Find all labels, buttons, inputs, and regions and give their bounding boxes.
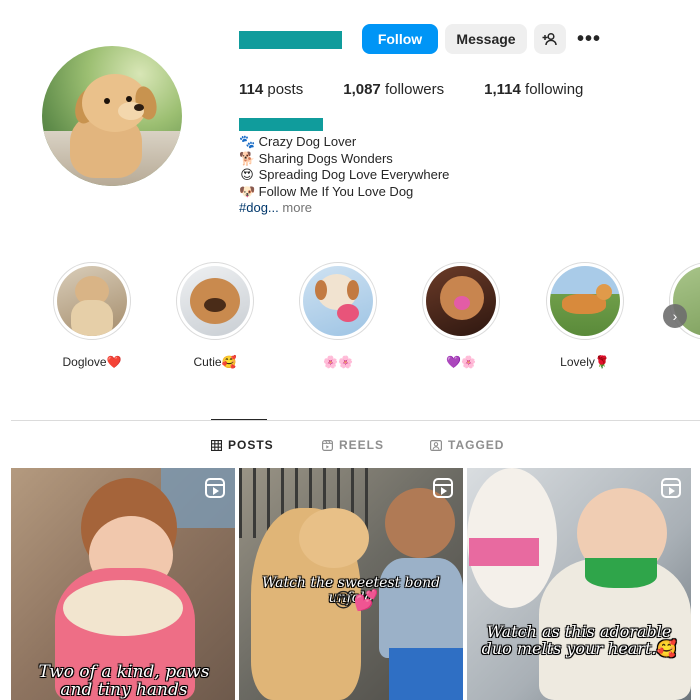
highlight-cover-image (426, 266, 496, 336)
tab-tagged[interactable]: TAGGED (430, 438, 504, 452)
highlight-cover-image (180, 266, 250, 336)
message-button[interactable]: Message (445, 24, 527, 54)
bio-line-text: Spreading Dog Love Everywhere (258, 167, 450, 182)
highlight-label: ( (658, 355, 700, 369)
bio-line: 🐕 Sharing Dogs Wonders (239, 151, 449, 168)
highlight-item[interactable]: Cutie🥰 (165, 262, 265, 369)
followers-stat[interactable]: 1,087 followers (343, 81, 444, 98)
post-image-detail (389, 648, 463, 700)
highlight-ring (669, 262, 700, 340)
profile-stats: 114 posts 1,087 followers 1,114 followin… (239, 81, 623, 98)
highlight-ring (546, 262, 624, 340)
reel-icon (205, 478, 225, 498)
more-options-icon[interactable]: ••• (572, 27, 606, 51)
tab-posts[interactable]: POSTS (211, 438, 274, 452)
highlight-ring (299, 262, 377, 340)
highlight-cover-image (550, 266, 620, 336)
tab-reels[interactable]: REELS (322, 438, 384, 452)
highlight-label: Doglove❤️ (62, 355, 122, 369)
tab-label: REELS (339, 438, 385, 452)
puppy-nose (134, 104, 144, 111)
post-image-detail (585, 558, 657, 588)
puppy-eye (126, 96, 132, 102)
active-tab-indicator (211, 419, 267, 420)
username-redacted (239, 31, 342, 49)
posts-stat: 114 posts (239, 81, 303, 98)
post-tile[interactable]: Two of a kind, paws and tiny hands (11, 468, 235, 700)
highlight-ring (53, 262, 131, 340)
person-plus-icon (542, 32, 557, 46)
chevron-right-icon[interactable]: › (663, 304, 687, 328)
highlight-item[interactable]: Doglove❤️ (42, 262, 142, 369)
puppy-eye (104, 98, 110, 104)
profile-bio: 🐾 Crazy Dog Lover 🐕 Sharing Dogs Wonders… (239, 134, 449, 217)
reels-icon (322, 439, 333, 451)
follow-button[interactable]: Follow (362, 24, 438, 54)
post-image-detail (63, 580, 183, 636)
highlight-label: 💜🌸 (446, 355, 476, 369)
highlight-label: Lovely🌹 (560, 355, 610, 369)
highlight-item[interactable]: Lovely🌹 (535, 262, 635, 369)
following-count: 1,114 (484, 81, 521, 98)
post-image-detail (299, 508, 369, 568)
highlight-cover-image (303, 266, 373, 336)
post-image-detail (469, 538, 539, 566)
grid-icon (211, 439, 222, 451)
bio-line: 😍 Spreading Dog Love Everywhere (239, 167, 449, 184)
tagged-icon (430, 439, 442, 451)
highlight-cover-image (57, 266, 127, 336)
bio-line: 🐾 Crazy Dog Lover (239, 134, 449, 151)
highlight-ring (176, 262, 254, 340)
followers-label: followers (384, 81, 445, 98)
smile-icon: 🥰 (656, 638, 677, 658)
posts-label: posts (267, 81, 304, 98)
dog-icon: 🐕 (239, 150, 256, 166)
post-tile[interactable]: Watch as this adorable duo melts your he… (467, 468, 691, 700)
highlight-item[interactable]: 💜🌸 (411, 262, 511, 369)
bio-line-text: Crazy Dog Lover (258, 134, 357, 149)
bio-ellipsis: ... (267, 200, 279, 215)
profile-avatar[interactable] (42, 46, 182, 186)
tab-label: TAGGED (448, 438, 505, 452)
suggested-accounts-button[interactable] (534, 24, 566, 54)
highlight-item[interactable]: 🌸🌸 (288, 262, 388, 369)
bio-more-link[interactable]: more (282, 200, 312, 215)
reel-icon (661, 478, 681, 498)
dog-face-icon: 🐶 (239, 183, 256, 199)
bio-line-text: Follow Me If You Love Dog (258, 183, 414, 199)
post-tile[interactable]: Watch the sweetest bond unfold 😍💕 (239, 468, 463, 700)
heart-eyes-icon: 😍 (240, 167, 254, 182)
followers-count: 1,087 (343, 81, 381, 98)
post-caption-text: Watch as this adorable duo melts your he… (481, 622, 672, 658)
tab-label: POSTS (228, 438, 274, 452)
display-name-redacted (239, 118, 323, 131)
highlight-label: 🌸🌸 (323, 355, 353, 369)
following-stat[interactable]: 1,114 following (484, 81, 583, 98)
highlight-ring (422, 262, 500, 340)
following-label: following (525, 81, 584, 98)
reel-icon (433, 478, 453, 498)
bio-line-text: Sharing Dogs Wonders (258, 150, 393, 166)
post-image-detail (385, 488, 455, 558)
paw-prints-icon: 🐾 (239, 134, 256, 149)
hashtag-link[interactable]: #dog (239, 200, 268, 215)
bio-hashtag-line: #dog... more (239, 200, 449, 217)
story-highlights: Doglove❤️ Cutie🥰 🌸🌸 💜� (0, 262, 700, 372)
post-caption: Two of a kind, paws and tiny hands (38, 662, 210, 700)
tabs-divider (11, 420, 700, 421)
bio-line: 🐶 Follow Me If You Love Dog (239, 184, 449, 201)
post-caption: Watch as this adorable duo melts your he… (481, 622, 677, 658)
post-image-detail (379, 558, 463, 658)
heart-eyes-icon: 😍💕 (333, 590, 379, 612)
posts-count: 114 (239, 81, 264, 98)
highlight-label: Cutie🥰 (193, 355, 237, 369)
